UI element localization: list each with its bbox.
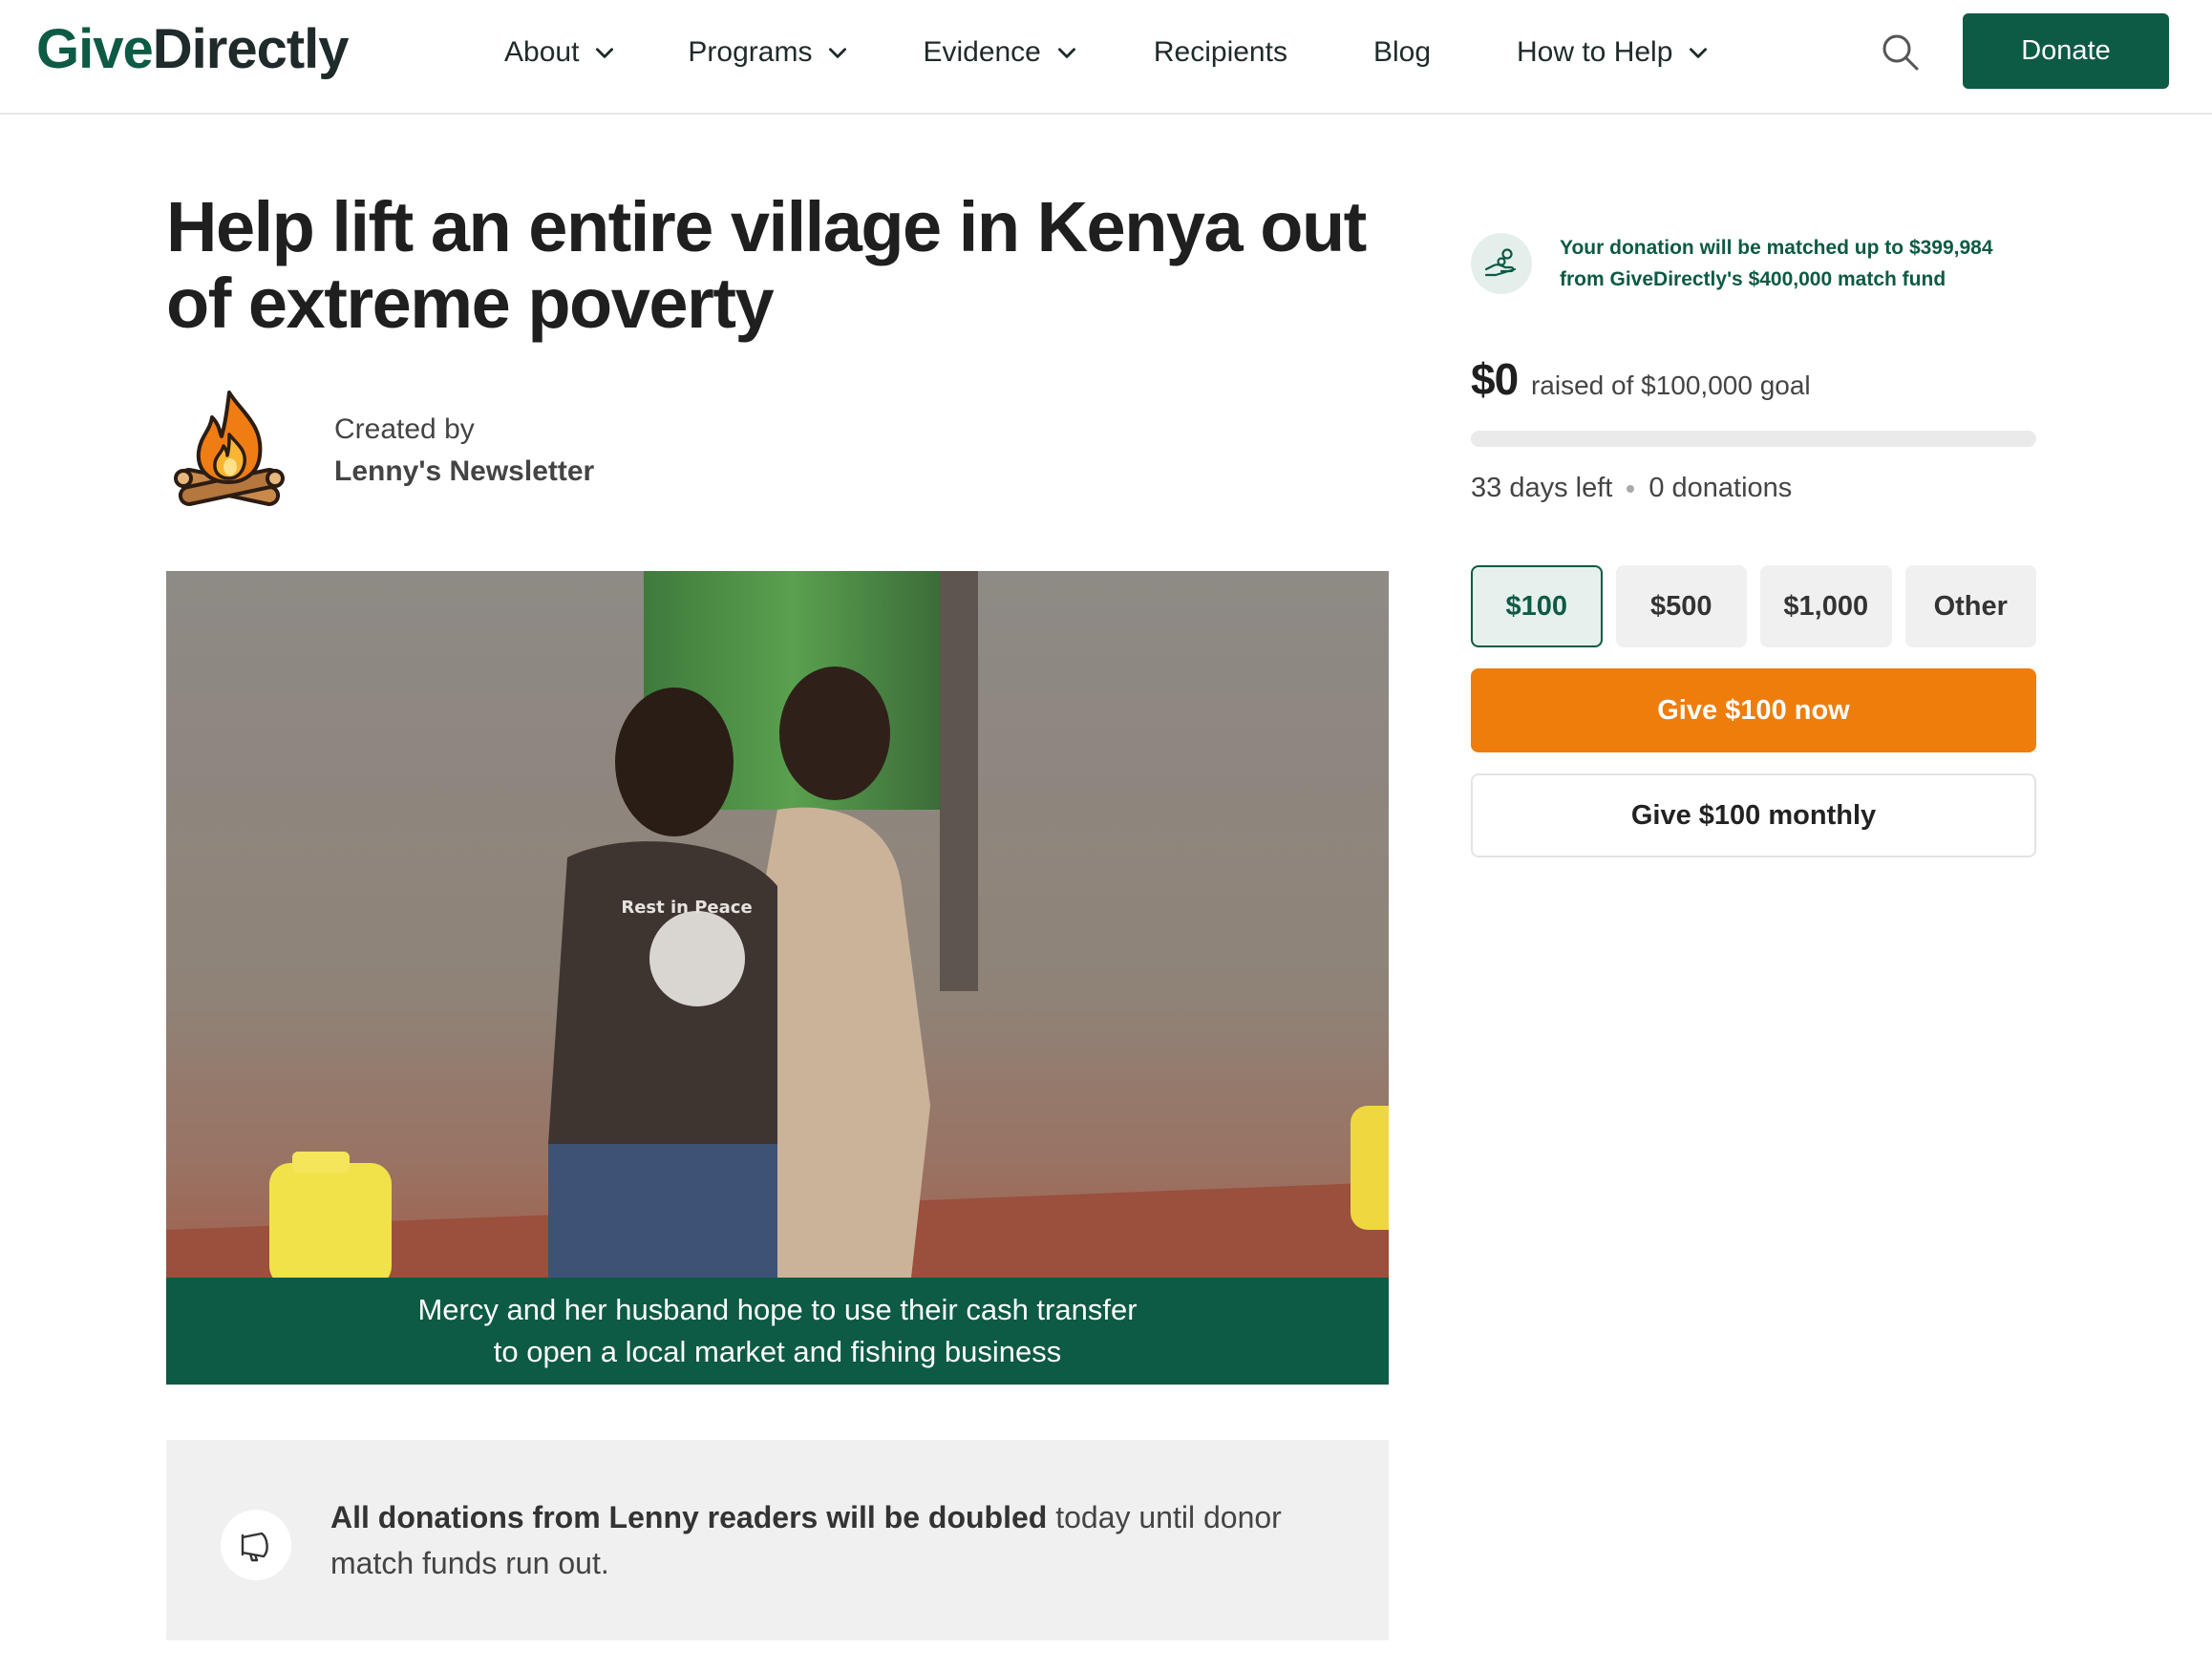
shirt-print-text: Rest in Peace: [621, 898, 752, 918]
nav-how-to-help[interactable]: How to Help: [1517, 36, 1711, 69]
match-icon-badge: [1471, 233, 1532, 294]
nav-blog[interactable]: Blog: [1373, 36, 1431, 69]
match-fund-text: Your donation will be matched up to $399…: [1560, 237, 1993, 290]
main-nav: About Programs Evidence Recipients Blog …: [504, 29, 1711, 76]
match-notice-text: All donations from Lenny readers will be…: [330, 1494, 1286, 1586]
site-header: GiveDirectly About Programs Evidence Rec…: [0, 0, 2212, 115]
photo-caption-line-1: Mercy and her husband hope to use their …: [417, 1293, 1138, 1326]
photo-caption-line-2: to open a local market and fishing busin…: [493, 1335, 1062, 1368]
chevron-down-icon: [596, 48, 614, 58]
campaign-stats: 33 days left 0 donations: [1471, 473, 1792, 504]
photo-caption: Mercy and her husband hope to use their …: [166, 1278, 1389, 1385]
separator-dot: [1627, 484, 1635, 493]
megaphone-icon: [241, 1532, 268, 1562]
amount-option-100[interactable]: $100: [1471, 565, 1603, 647]
amount-option-500[interactable]: $500: [1615, 565, 1747, 647]
creator-name-link[interactable]: Lenny's Newsletter: [334, 455, 594, 488]
nav-programs-label: Programs: [688, 36, 813, 68]
donation-amount-options: $100 $500 $1,000 Other: [1471, 565, 2036, 647]
nav-recipients-label: Recipients: [1153, 36, 1287, 68]
nav-evidence[interactable]: Evidence: [923, 36, 1078, 69]
fundraising-progress-bar: [1471, 431, 2036, 447]
nav-about[interactable]: About: [504, 36, 617, 69]
chevron-down-icon: [829, 48, 847, 58]
amount-option-other[interactable]: Other: [1904, 565, 2036, 647]
campaign-title: Help lift an entire village in Kenya out…: [166, 187, 1367, 343]
donations-count: 0 donations: [1648, 473, 1793, 503]
created-by-label: Created by: [334, 413, 475, 445]
raised-summary: $0 raised of $100,000 goal: [1471, 353, 1811, 405]
amount-option-1000[interactable]: $1,000: [1760, 565, 1892, 647]
raised-amount: $0: [1471, 354, 1519, 404]
logo-directly-text: Directly: [152, 18, 350, 80]
match-notice-banner: All donations from Lenny readers will be…: [166, 1440, 1389, 1640]
notice-icon-badge: [221, 1510, 291, 1580]
nav-about-label: About: [504, 36, 580, 68]
nav-how-to-help-label: How to Help: [1517, 36, 1673, 68]
give-monthly-button[interactable]: Give $100 monthly: [1471, 773, 2036, 857]
donate-button[interactable]: Donate: [1963, 13, 2169, 89]
raised-goal-label: raised of $100,000 goal: [1530, 370, 1811, 400]
give-now-button[interactable]: Give $100 now: [1471, 668, 2036, 752]
nav-evidence-label: Evidence: [923, 36, 1041, 68]
search-icon: [1882, 34, 1919, 71]
hand-coins-icon: [1484, 248, 1517, 277]
campfire-icon: [174, 391, 285, 506]
nav-blog-label: Blog: [1372, 36, 1431, 68]
days-left: 33 days left: [1471, 473, 1613, 503]
nav-programs[interactable]: Programs: [688, 36, 850, 69]
campaign-photo: Rest in Peace: [166, 571, 1389, 1278]
match-notice-bold: All donations from Lenny readers will be…: [330, 1500, 1048, 1534]
chevron-down-icon: [1690, 48, 1708, 58]
nav-recipients[interactable]: Recipients: [1154, 36, 1287, 69]
chevron-down-icon: [1057, 48, 1075, 58]
search-button[interactable]: [1880, 32, 1922, 74]
logo-give-text: Give: [36, 18, 154, 80]
creator-avatar[interactable]: [172, 387, 287, 509]
givedirectly-logo[interactable]: GiveDirectly: [36, 15, 350, 84]
